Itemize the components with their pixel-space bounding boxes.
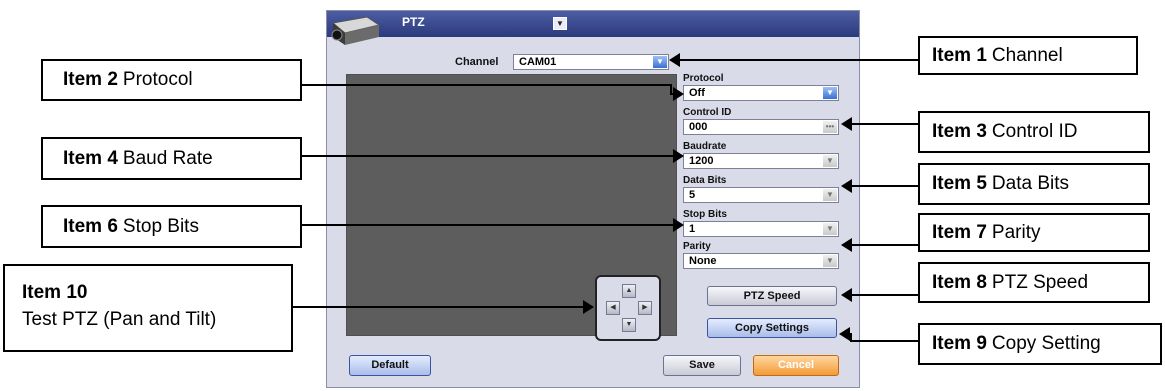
callout-number: Item 1 <box>932 44 987 66</box>
chevron-down-icon[interactable]: ▼ <box>823 223 837 235</box>
arrow-right-icon <box>673 87 684 101</box>
connector-line <box>852 340 918 342</box>
arrow-left-icon <box>841 179 852 193</box>
arrow-right-icon <box>583 300 594 314</box>
stop-bits-label: Stop Bits <box>683 209 727 220</box>
ptz-dialog: PTZ ▼ Channel CAM01 ▼ Protocol Off ▼ Con… <box>326 10 860 388</box>
callout-number: Item 2 <box>63 69 118 90</box>
copy-settings-button[interactable]: Copy Settings <box>707 318 837 338</box>
callout-number: Item 9 <box>932 333 987 354</box>
camera-icon <box>331 16 381 45</box>
connector-line <box>680 59 918 61</box>
callout-number: Item 7 <box>932 221 987 243</box>
arrow-left-icon <box>669 53 680 67</box>
connector-line <box>850 333 852 342</box>
connector-line <box>302 224 674 226</box>
data-bits-label: Data Bits <box>683 175 727 186</box>
baudrate-value: 1200 <box>689 155 714 167</box>
connector-line <box>852 123 918 125</box>
callout-text: Protocol <box>122 69 193 90</box>
callout-item-3: Item 3 Control ID <box>918 111 1150 153</box>
dialog-title: PTZ <box>402 15 425 29</box>
baudrate-label: Baudrate <box>683 141 727 152</box>
channel-label: Channel <box>455 56 499 68</box>
callout-text: Data Bits <box>991 173 1070 194</box>
parity-select[interactable]: None ▼ <box>683 253 839 269</box>
channel-value: CAM01 <box>519 56 557 68</box>
ptz-test-pad: ▲ ◀ ▶ ▼ <box>595 275 661 341</box>
protocol-select[interactable]: Off ▼ <box>683 85 839 101</box>
stop-bits-select[interactable]: 1 ▼ <box>683 221 839 237</box>
save-button[interactable]: Save <box>663 355 741 376</box>
callout-number: Item 3 <box>932 121 987 142</box>
callout-number: Item 4 <box>63 147 118 169</box>
channel-select[interactable]: CAM01 ▼ <box>513 54 669 70</box>
arrow-left-icon[interactable]: ◀ <box>606 301 620 315</box>
baudrate-select[interactable]: 1200 ▼ <box>683 153 839 169</box>
callout-number: Item 5 <box>932 173 987 194</box>
chevron-down-icon[interactable]: ▼ <box>823 87 837 99</box>
arrow-left-icon <box>841 238 852 252</box>
callout-text: Stop Bits <box>122 215 199 237</box>
callout-item-9: Item 9 Copy Setting <box>918 323 1162 365</box>
control-id-value: 000 <box>689 121 708 133</box>
cancel-button[interactable]: Cancel <box>753 355 839 376</box>
callout-item-2: Item 2 Protocol <box>41 59 302 101</box>
arrow-right-icon <box>673 218 684 232</box>
protocol-value: Off <box>689 87 705 99</box>
stop-bits-value: 1 <box>689 223 696 235</box>
callout-item-1: Item 1 Channel <box>918 36 1138 75</box>
connector-line <box>302 155 674 157</box>
callout-text: Parity <box>991 221 1041 243</box>
callout-item-7: Item 7 Parity <box>918 213 1150 252</box>
data-bits-select[interactable]: 5 ▼ <box>683 187 839 203</box>
callout-text: Channel <box>991 44 1063 66</box>
connector-line <box>302 84 672 86</box>
chevron-down-icon[interactable]: ▼ <box>823 255 837 267</box>
callout-text: Copy Setting <box>991 333 1101 354</box>
arrow-right-icon <box>673 149 684 163</box>
chevron-down-icon[interactable]: ▼ <box>823 155 837 167</box>
connector-line <box>852 185 918 187</box>
chevron-down-icon[interactable]: ▼ <box>653 56 667 68</box>
connector-line <box>852 294 918 296</box>
arrow-left-icon <box>839 327 850 341</box>
arrow-left-icon <box>841 288 852 302</box>
callout-item-8: Item 8 PTZ Speed <box>918 262 1150 303</box>
title-bar: PTZ ▼ <box>327 11 859 37</box>
callout-item-5: Item 5 Data Bits <box>918 163 1150 205</box>
callout-number: Item 10 <box>22 282 88 303</box>
connector-line <box>293 306 584 308</box>
callout-text: Baud Rate <box>122 147 213 169</box>
title-dropdown-button[interactable]: ▼ <box>553 17 567 30</box>
arrow-down-icon[interactable]: ▼ <box>622 318 636 332</box>
control-id-field[interactable]: 000 ••• <box>683 119 839 135</box>
callout-number: Item 8 <box>932 271 987 293</box>
arrow-right-icon[interactable]: ▶ <box>638 301 652 315</box>
callout-number: Item 6 <box>63 215 118 237</box>
callout-text: Test PTZ (Pan and Tilt) <box>22 309 217 330</box>
parity-value: None <box>689 255 717 267</box>
connector-line <box>852 244 918 246</box>
callout-text: PTZ Speed <box>991 271 1089 293</box>
callout-item-10: Item 10 Test PTZ (Pan and Tilt) <box>3 264 293 352</box>
parity-label: Parity <box>683 241 711 252</box>
control-id-label: Control ID <box>683 107 732 118</box>
callout-item-4: Item 4 Baud Rate <box>41 137 302 180</box>
more-icon[interactable]: ••• <box>823 121 837 133</box>
data-bits-value: 5 <box>689 189 696 201</box>
arrow-left-icon <box>841 117 852 131</box>
arrow-up-icon[interactable]: ▲ <box>622 284 636 298</box>
default-button[interactable]: Default <box>349 355 431 376</box>
chevron-down-icon[interactable]: ▼ <box>823 189 837 201</box>
protocol-label: Protocol <box>683 73 724 84</box>
callout-item-6: Item 6 Stop Bits <box>41 205 302 248</box>
callout-text: Control ID <box>991 121 1078 142</box>
ptz-speed-button[interactable]: PTZ Speed <box>707 286 837 306</box>
